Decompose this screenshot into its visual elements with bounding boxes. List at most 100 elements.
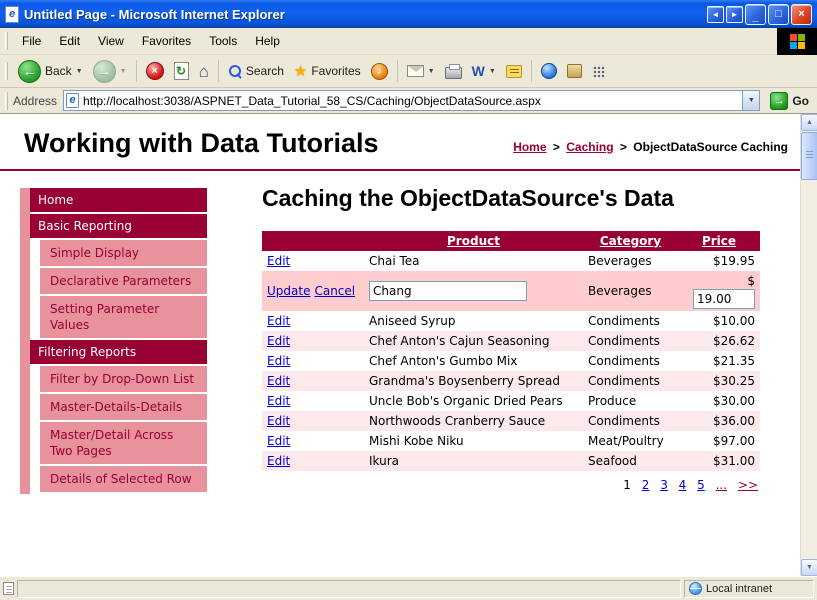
breadcrumb: Home > Caching > ObjectDataSource Cachin…	[513, 140, 788, 154]
back-dropdown-icon[interactable]: ▼	[76, 68, 83, 75]
scroll-down-button[interactable]: ▼	[801, 559, 817, 576]
pager-page-4-link[interactable]: 4	[679, 478, 687, 492]
product-cell: Grandma's Boysenberry Spread	[364, 371, 583, 391]
toolbar-separator	[531, 60, 532, 82]
refresh-button[interactable]: ↻	[169, 60, 194, 82]
sidebar-item-details-of-selected-row[interactable]: Details of Selected Row	[40, 466, 207, 492]
menu-help[interactable]: Help	[246, 30, 289, 52]
chevron-down-icon: ▼	[748, 97, 755, 104]
edit-link[interactable]: Edit	[267, 334, 290, 348]
sort-category-link[interactable]: Category	[600, 234, 661, 248]
product-cell: Mishi Kobe Niku	[364, 431, 583, 451]
close-button[interactable]: ×	[791, 4, 812, 25]
edit-link[interactable]: Edit	[267, 434, 290, 448]
menu-favorites[interactable]: Favorites	[133, 30, 200, 52]
minimize-button[interactable]: _	[745, 4, 766, 25]
price-edit-input[interactable]	[693, 289, 755, 309]
header-divider	[0, 169, 800, 171]
category-cell: Meat/Poultry	[583, 431, 678, 451]
mail-button[interactable]: ▼	[402, 63, 440, 79]
edit-with-word-button[interactable]: W▼	[467, 62, 501, 80]
breadcrumb-home-link[interactable]: Home	[513, 140, 546, 154]
restore-button[interactable]: □	[768, 4, 789, 25]
sidebar-item-setting-parameter-values[interactable]: Setting Parameter Values	[40, 296, 207, 338]
sidebar-item-declarative-parameters[interactable]: Declarative Parameters	[40, 268, 207, 294]
scrollbar-thumb[interactable]	[801, 132, 817, 180]
mail-dropdown-icon[interactable]: ▼	[428, 68, 435, 75]
address-dropdown-button[interactable]: ▼	[742, 91, 759, 110]
titlebar-extra-forward-button[interactable]: ►	[726, 6, 743, 23]
price-cell: $26.62	[678, 331, 760, 351]
messenger-icon	[541, 63, 557, 79]
edit-link[interactable]: Edit	[267, 354, 290, 368]
discuss-button[interactable]	[501, 63, 527, 80]
edit-link[interactable]: Edit	[267, 414, 290, 428]
grid-dots-icon	[592, 65, 605, 78]
go-button[interactable]: → Go	[766, 90, 813, 112]
media-button[interactable]: ♪	[366, 61, 393, 82]
sidebar-item-basic-reporting[interactable]: Basic Reporting	[30, 214, 207, 238]
pager-last-link[interactable]: >>	[738, 478, 758, 492]
addressbar-grip	[5, 92, 8, 110]
edit-link[interactable]: Edit	[267, 394, 290, 408]
sidebar-item-master-detail-two-pages[interactable]: Master/Detail Across Two Pages	[40, 422, 207, 464]
table-row: Edit Ikura Seafood $31.00	[262, 451, 760, 471]
home-button[interactable]: ⌂	[194, 61, 214, 82]
action-cell: Edit	[262, 431, 364, 451]
quick-links-button[interactable]	[587, 63, 610, 80]
scroll-up-button[interactable]: ▲	[801, 114, 817, 131]
menu-edit[interactable]: Edit	[50, 30, 89, 52]
update-link[interactable]: Update	[267, 284, 310, 298]
stop-glyph: ×	[151, 65, 157, 77]
menu-file[interactable]: File	[13, 30, 50, 52]
breadcrumb-caching-link[interactable]: Caching	[566, 140, 613, 154]
edit-link[interactable]: Edit	[267, 374, 290, 388]
sidebar-item-home[interactable]: Home	[30, 188, 207, 212]
stop-button[interactable]: ×	[141, 60, 169, 82]
action-cell: Edit	[262, 371, 364, 391]
edit-link[interactable]: Edit	[267, 314, 290, 328]
forward-button[interactable]: → ▼	[88, 58, 132, 85]
menu-view[interactable]: View	[89, 30, 133, 52]
research-button[interactable]	[562, 62, 587, 80]
favorites-button[interactable]: ★ Favorites	[289, 62, 366, 81]
close-icon: ×	[798, 8, 804, 20]
table-row: Edit Chai Tea Beverages $19.95	[262, 251, 760, 271]
word-icon: W	[472, 64, 485, 78]
media-icon: ♪	[371, 63, 388, 80]
cancel-link[interactable]: Cancel	[314, 284, 355, 298]
sort-price-link[interactable]: Price	[702, 234, 736, 248]
table-row: Edit Uncle Bob's Organic Dried Pears Pro…	[262, 391, 760, 411]
titlebar-extra-back-button[interactable]: ◄	[707, 6, 724, 23]
pager-page-5-link[interactable]: 5	[697, 478, 705, 492]
sidebar-item-master-details-details[interactable]: Master-Details-Details	[40, 394, 207, 420]
scroll-up-icon: ▲	[806, 119, 813, 126]
sidebar-item-filtering-reports[interactable]: Filtering Reports	[30, 340, 207, 364]
menu-tools[interactable]: Tools	[200, 30, 246, 52]
messenger-button[interactable]	[536, 61, 562, 81]
sidebar-item-simple-display[interactable]: Simple Display	[40, 240, 207, 266]
category-cell: Beverages	[583, 251, 678, 271]
sort-product-link[interactable]: Product	[447, 234, 500, 248]
pager-page-2-link[interactable]: 2	[642, 478, 650, 492]
print-button[interactable]	[440, 62, 467, 81]
sidebar-item-filter-by-dropdown-list[interactable]: Filter by Drop-Down List	[40, 366, 207, 392]
site-title: Working with Data Tutorials	[24, 128, 379, 159]
edit-dropdown-icon[interactable]: ▼	[489, 68, 496, 75]
price-cell: $30.00	[678, 391, 760, 411]
back-button[interactable]: ← Back ▼	[13, 58, 88, 85]
table-row: Edit Mishi Kobe Niku Meat/Poultry $97.00	[262, 431, 760, 451]
main-content: Caching the ObjectDataSource's Data Prod…	[262, 184, 760, 497]
address-input[interactable]	[83, 92, 742, 109]
pager-ellipsis-link[interactable]: ...	[716, 478, 727, 492]
product-edit-input[interactable]	[369, 281, 527, 301]
vertical-scrollbar[interactable]: ▲ ▼	[800, 114, 817, 576]
edit-link[interactable]: Edit	[267, 454, 290, 468]
status-page-icon	[3, 582, 14, 595]
favorites-label: Favorites	[311, 64, 360, 78]
edit-link[interactable]: Edit	[267, 254, 290, 268]
pager-page-3-link[interactable]: 3	[660, 478, 668, 492]
action-cell: Edit	[262, 411, 364, 431]
search-button[interactable]: Search	[223, 62, 289, 80]
ie-logo-glyph: e	[9, 9, 15, 20]
